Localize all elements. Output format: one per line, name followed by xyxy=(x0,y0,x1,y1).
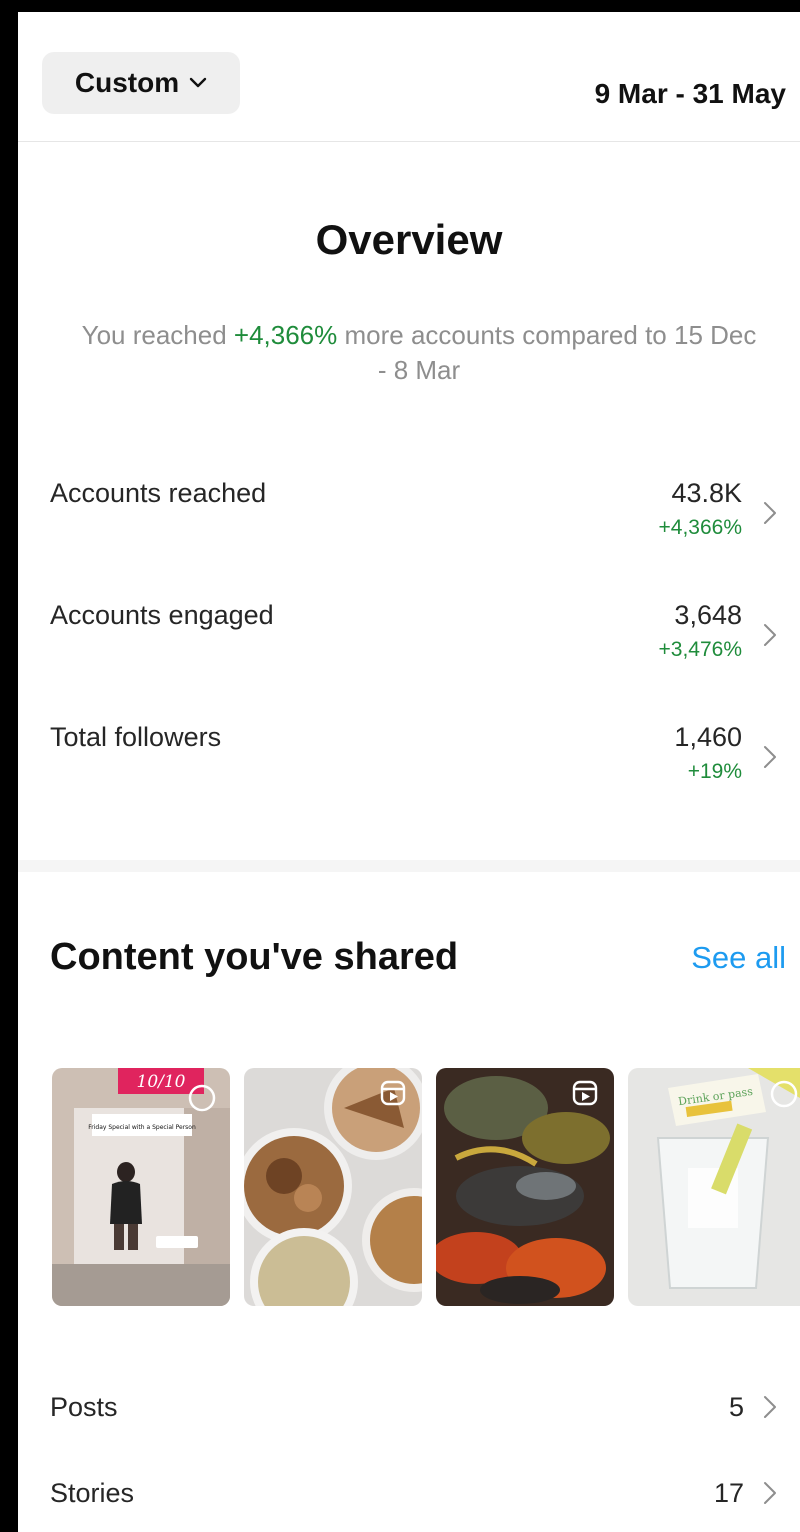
row-value: 5 xyxy=(728,1392,744,1422)
metric-label: Total followers xyxy=(50,722,222,752)
stories-row[interactable]: Stories 17 xyxy=(18,1478,800,1522)
summary-suffix: more accounts compared to 15 Dec - 8 Mar xyxy=(337,320,757,385)
metric-value: 3,648 xyxy=(674,600,742,630)
posts-row[interactable]: Posts 5 xyxy=(18,1392,800,1436)
metric-label: Accounts reached xyxy=(50,478,267,508)
chevron-right-icon xyxy=(764,746,776,768)
row-label: Posts xyxy=(50,1392,118,1422)
story-thumbnail[interactable]: 10/10 Friday Special with a Special Pers… xyxy=(52,1068,230,1306)
reel-thumbnail[interactable] xyxy=(244,1068,422,1306)
metric-change: +3,476% xyxy=(658,638,743,661)
story-thumbnail[interactable]: Drink or pass xyxy=(628,1068,800,1306)
overview-summary: You reached +4,366% more accounts compar… xyxy=(78,318,760,388)
overview-title: Overview xyxy=(315,216,503,263)
date-range-text: 9 Mar - 31 May xyxy=(594,78,786,109)
chevron-right-icon xyxy=(764,1482,776,1504)
row-value: 17 xyxy=(713,1478,744,1508)
chevron-right-icon xyxy=(764,624,776,646)
see-all-link[interactable]: See all xyxy=(691,940,786,976)
story-caption: Friday Special with a Special Person xyxy=(88,1124,196,1131)
reel-thumbnail[interactable] xyxy=(436,1068,614,1306)
story-badge: 10/10 xyxy=(137,1072,186,1092)
chevron-right-icon xyxy=(764,502,776,524)
content-section-title: Content you've shared xyxy=(50,936,459,978)
row-label: Stories xyxy=(50,1478,135,1508)
custom-range-button[interactable]: Custom xyxy=(42,52,240,114)
insights-screen: Custom 9 Mar - 31 May Overview You reach… xyxy=(18,12,800,1532)
metric-total-followers[interactable]: Total followers 1,460 +19% xyxy=(18,714,800,804)
device-frame: Custom 9 Mar - 31 May Overview You reach… xyxy=(0,0,800,1532)
metric-change: +4,366% xyxy=(658,516,743,539)
custom-range-label: Custom xyxy=(74,67,180,98)
metric-value: 1,460 xyxy=(674,722,742,752)
chevron-down-icon xyxy=(189,77,207,88)
metric-value: 43.8K xyxy=(671,478,742,508)
section-divider xyxy=(18,860,800,872)
reel-icon xyxy=(572,1080,598,1106)
date-filter-bar: Custom 9 Mar - 31 May xyxy=(18,12,800,142)
chevron-right-icon xyxy=(764,1396,776,1418)
metric-label: Accounts engaged xyxy=(50,600,274,630)
summary-prefix: You reached xyxy=(81,320,234,350)
story-thumbnail-image: 10/10 Friday Special with a Special Pers… xyxy=(52,1068,230,1306)
metric-accounts-engaged[interactable]: Accounts engaged 3,648 +3,476% xyxy=(18,592,800,682)
summary-percentage: +4,366% xyxy=(233,320,338,350)
reel-icon xyxy=(380,1080,406,1106)
metric-change: +19% xyxy=(687,760,742,783)
metric-accounts-reached[interactable]: Accounts reached 43.8K +4,366% xyxy=(18,470,800,560)
story-thumbnail-image: Drink or pass xyxy=(628,1068,800,1306)
